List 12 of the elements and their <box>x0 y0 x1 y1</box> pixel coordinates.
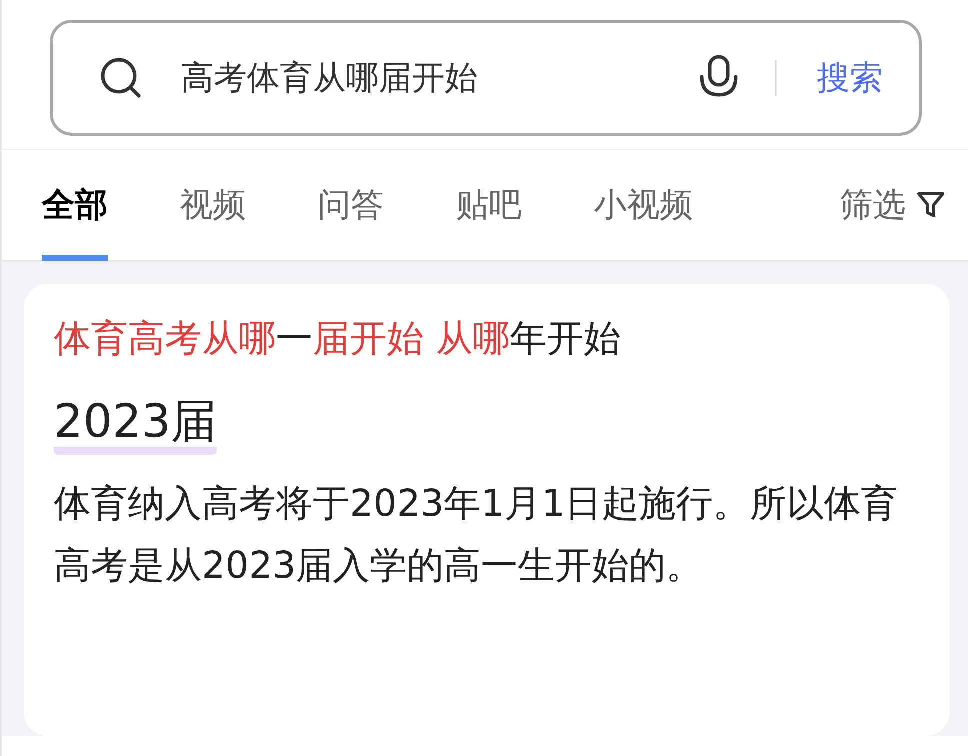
search-button[interactable]: 搜索 <box>817 56 883 100</box>
answer-paragraph: 体育纳入高考将于2023年1月1日起施行。所以体育高考是从2023届入学的高一生开始的。 <box>54 480 900 589</box>
tab[interactable]: 视频 <box>180 149 246 261</box>
search-field[interactable]: 高考体育从哪届开始 搜索 <box>50 20 922 136</box>
funnel-icon <box>916 190 946 220</box>
tab[interactable]: 贴吧 <box>456 149 522 261</box>
search-icon <box>99 56 143 100</box>
answer-text: 2023届 <box>54 396 218 455</box>
search-query: 高考体育从哪届开始 <box>181 56 479 98</box>
tab[interactable]: 问答 <box>318 149 384 261</box>
tab[interactable]: 小视频 <box>594 149 693 261</box>
result-title[interactable]: 体育高考从哪一届开始 从哪年开始 <box>54 314 920 364</box>
